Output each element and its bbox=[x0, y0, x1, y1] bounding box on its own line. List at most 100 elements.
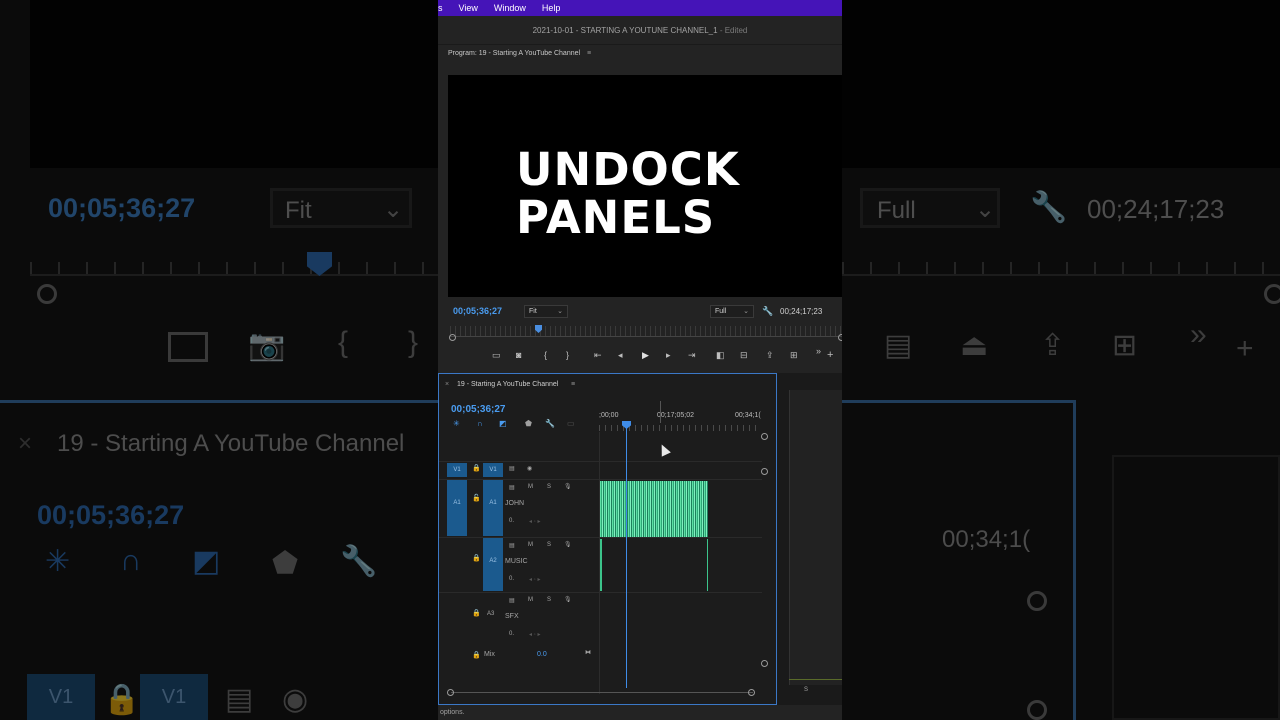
go-to-out-icon[interactable]: ⇥ bbox=[688, 347, 696, 363]
scroll-handle-left-icon[interactable] bbox=[449, 334, 456, 341]
lock-icon[interactable]: 🔒 bbox=[472, 554, 481, 562]
volume-knob-icon[interactable]: 0. bbox=[509, 576, 514, 582]
solo-button[interactable]: S bbox=[547, 542, 551, 548]
panel-menu-icon[interactable]: ≡ bbox=[571, 378, 575, 392]
premiere-window: s View Window Help 2021-10-01 - STARTING… bbox=[438, 0, 842, 720]
vscroll-bottom-handle-icon[interactable] bbox=[761, 660, 768, 667]
go-to-end-icon[interactable]: ⧓ bbox=[585, 649, 591, 656]
lock-icon[interactable]: 🔒 bbox=[472, 464, 481, 472]
zoom-value: Fit bbox=[529, 308, 537, 315]
add-button-icon[interactable]: + bbox=[827, 347, 833, 363]
keyframe-nav-icon[interactable]: ◂ ◦ ▸ bbox=[529, 631, 540, 638]
mute-button[interactable]: M bbox=[528, 542, 533, 548]
sync-lock-icon[interactable]: ▤ bbox=[509, 484, 515, 491]
close-tab-icon[interactable]: × bbox=[445, 378, 449, 392]
captions-icon[interactable]: ▭ bbox=[567, 419, 575, 428]
mark-in-icon[interactable]: { bbox=[544, 347, 547, 363]
mark-out-icon[interactable]: } bbox=[566, 347, 569, 363]
resolution-dropdown[interactable]: Full ⌄ bbox=[710, 305, 754, 318]
hscroll-left-handle-icon[interactable] bbox=[447, 689, 454, 696]
source-patch-v1[interactable]: V1 bbox=[447, 463, 467, 477]
program-timecode[interactable]: 00;05;36;27 bbox=[453, 306, 502, 316]
voiceover-mic-icon[interactable]: 🎙 bbox=[564, 541, 572, 548]
timeline-tab[interactable]: × 19 - Starting A YouTube Channel ≡ bbox=[439, 378, 778, 392]
extract-icon[interactable]: ⊞ bbox=[790, 347, 798, 363]
sequence-name[interactable]: 19 - Starting A YouTube Channel bbox=[457, 378, 558, 392]
window-title: 2021-10-01 - STARTING A YOUTUNE CHANNEL_… bbox=[532, 26, 718, 35]
timeline-panel[interactable]: × 19 - Starting A YouTube Channel ≡ 00;0… bbox=[438, 373, 777, 705]
timeline-timecode[interactable]: 00;05;36;27 bbox=[451, 404, 505, 415]
more-icon[interactable]: » bbox=[816, 343, 821, 359]
mix-value[interactable]: 0.0 bbox=[537, 651, 547, 658]
timeline-playhead[interactable] bbox=[626, 422, 627, 688]
lock-icon[interactable]: 🔒 bbox=[472, 651, 481, 659]
volume-knob-icon[interactable]: 0. bbox=[509, 518, 514, 524]
go-to-in-icon[interactable]: ⇤ bbox=[594, 347, 602, 363]
target-track-a3[interactable]: A3 bbox=[487, 611, 494, 617]
program-scrubber-track bbox=[450, 336, 842, 337]
snap-magnet-icon[interactable]: ∩ bbox=[477, 419, 483, 428]
target-track-a1[interactable]: A1 bbox=[483, 480, 503, 536]
audio-clip-john[interactable] bbox=[600, 481, 708, 537]
wrench-icon[interactable]: 🔧 bbox=[762, 303, 773, 319]
solo-button[interactable]: S bbox=[547, 484, 551, 490]
program-viewer[interactable]: UNDOCK PANELS bbox=[448, 75, 842, 297]
voiceover-mic-icon[interactable]: 🎙 bbox=[564, 483, 572, 490]
hscroll-right-handle-icon[interactable] bbox=[748, 689, 755, 696]
overlay-title-line2: PANELS bbox=[516, 191, 716, 244]
lock-icon[interactable]: 🔓 bbox=[472, 494, 481, 502]
step-forward-icon[interactable]: ▸ bbox=[666, 347, 671, 363]
mute-button[interactable]: M bbox=[528, 484, 533, 490]
nest-snap-icon[interactable]: ✳ bbox=[453, 419, 460, 428]
menu-item-help[interactable]: Help bbox=[542, 3, 561, 13]
mouse-cursor-icon bbox=[657, 442, 671, 457]
eye-icon[interactable]: ◉ bbox=[527, 465, 532, 472]
audio-meter-level bbox=[789, 679, 842, 680]
mix-track[interactable]: 🔒 Mix 0.0 ⧓ bbox=[439, 647, 762, 663]
music-clip-edge-left[interactable] bbox=[600, 539, 602, 591]
lift-icon[interactable]: ⇪ bbox=[766, 347, 774, 363]
sync-lock-icon[interactable]: ▤ bbox=[509, 597, 515, 604]
target-track-a2[interactable]: A2 bbox=[483, 538, 503, 591]
export-frame-icon[interactable]: ◙ bbox=[516, 347, 521, 363]
program-monitor-title[interactable]: Program: 19 - Starting A YouTube Channel bbox=[448, 50, 580, 57]
mute-button[interactable]: M bbox=[528, 597, 533, 603]
track-a1[interactable]: A1 🔓 A1 ▤ M S 🎙 JOHN 0. ◂ ◦ ▸ bbox=[439, 479, 762, 537]
overwrite-icon[interactable]: ⊟ bbox=[740, 347, 748, 363]
sync-lock-icon[interactable]: ▤ bbox=[509, 465, 515, 472]
volume-knob-icon[interactable]: 0. bbox=[509, 631, 514, 637]
audio-meters-panel[interactable]: S bbox=[777, 373, 842, 705]
menu-item-view[interactable]: View bbox=[459, 3, 478, 13]
source-patch-a1[interactable]: A1 bbox=[447, 480, 467, 536]
menu-item-window[interactable]: Window bbox=[494, 3, 526, 13]
track-v1[interactable]: V1 🔒 V1 ▤ ◉ bbox=[439, 461, 762, 479]
voiceover-mic-icon[interactable]: 🎙 bbox=[564, 596, 572, 603]
track-a3[interactable]: 🔒 A3 ▤ M S 🎙 SFX 0. ◂ ◦ ▸ bbox=[439, 592, 762, 647]
solo-meter-button[interactable]: S bbox=[804, 687, 808, 693]
lock-icon[interactable]: 🔒 bbox=[472, 609, 481, 617]
safe-margins-icon[interactable]: ▭ bbox=[492, 347, 501, 363]
zoom-dropdown[interactable]: Fit ⌄ bbox=[524, 305, 568, 318]
panel-menu-icon[interactable]: ≡ bbox=[587, 50, 591, 57]
timeline-settings-wrench-icon[interactable]: 🔧 bbox=[545, 419, 555, 428]
vscroll-mid-handle-icon[interactable] bbox=[761, 468, 768, 475]
target-track-v1[interactable]: V1 bbox=[483, 463, 503, 477]
timeline-horizontal-scrollbar[interactable] bbox=[451, 692, 753, 693]
menu-item-sequence[interactable]: s bbox=[438, 3, 443, 13]
vscroll-top-handle-icon[interactable] bbox=[761, 433, 768, 440]
linked-selection-icon[interactable]: ◩ bbox=[499, 419, 507, 428]
ruler-label-end: 00;34;1( bbox=[735, 412, 761, 419]
insert-icon[interactable]: ◧ bbox=[716, 347, 725, 363]
chevron-down-icon: ⌄ bbox=[557, 308, 563, 315]
track-a2[interactable]: 🔒 A2 ▤ M S 🎙 MUSIC 0. ◂ ◦ ▸ bbox=[439, 537, 762, 592]
solo-button[interactable]: S bbox=[547, 597, 551, 603]
keyframe-nav-icon[interactable]: ◂ ◦ ▸ bbox=[529, 518, 540, 525]
add-marker-icon[interactable]: ⬟ bbox=[525, 419, 532, 428]
music-clip-edge-right[interactable] bbox=[707, 539, 708, 591]
keyframe-nav-icon[interactable]: ◂ ◦ ▸ bbox=[529, 576, 540, 583]
sync-lock-icon[interactable]: ▤ bbox=[509, 542, 515, 549]
play-icon[interactable]: ▶ bbox=[642, 347, 649, 363]
scroll-handle-right-icon[interactable] bbox=[838, 334, 842, 341]
program-scrubber[interactable] bbox=[450, 326, 842, 336]
step-back-icon[interactable]: ◂ bbox=[618, 347, 623, 363]
